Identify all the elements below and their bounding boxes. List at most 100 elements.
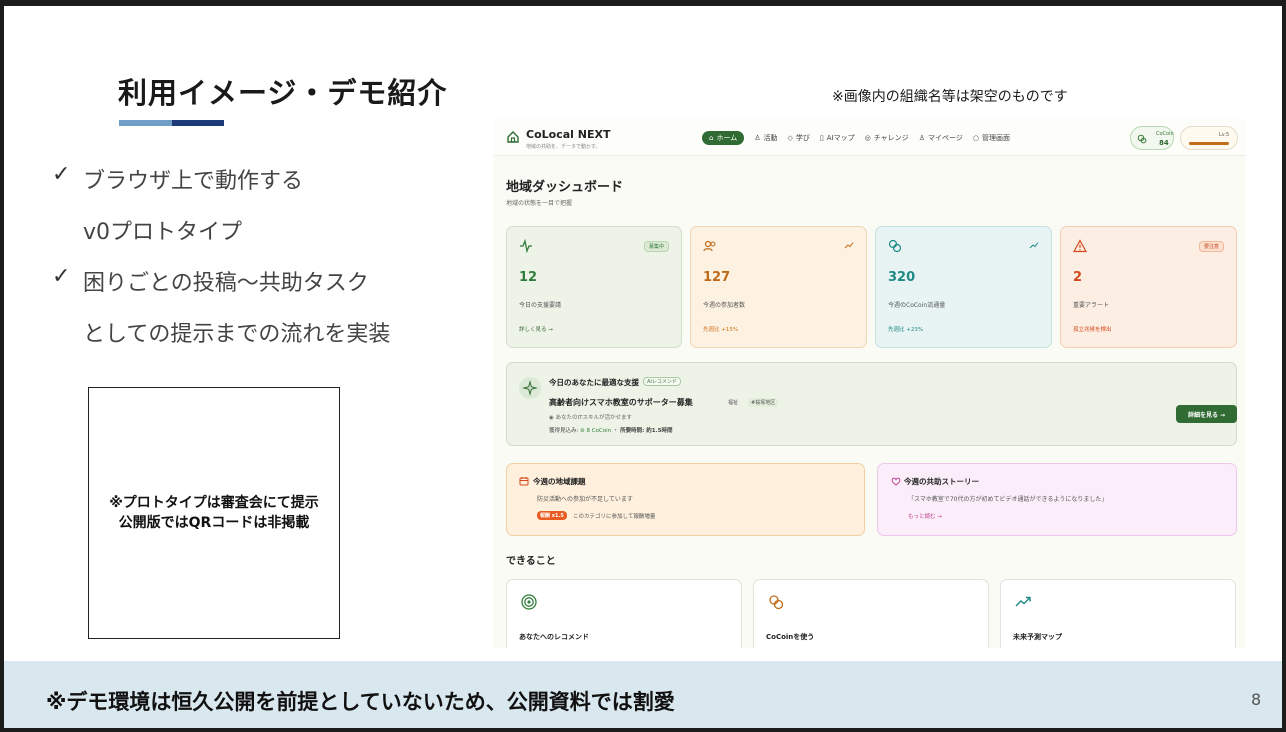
dashboard-title: 地域ダッシュボード bbox=[506, 180, 624, 195]
recommendation-card[interactable]: 今日のあなたに最適な支援 AIレコメンド 高齢者向けスマホ教室のサポーター募集 … bbox=[506, 362, 1237, 446]
stat-alert-detail: 孤立兆候を検出 bbox=[1073, 327, 1112, 333]
users-icon: ♙ bbox=[754, 134, 761, 142]
slide-title: 利用イメージ・デモ紹介 bbox=[118, 76, 448, 110]
coins-icon bbox=[769, 595, 784, 610]
recommendation-meta: 獲得見込み: ⊚ 8 CoCoin ・ 所要時間: 約1.5時間 bbox=[549, 428, 673, 434]
stat-label: 今週の参加者数 bbox=[703, 302, 746, 309]
weekly-issue-foot: このカテゴリに参加して報酬増量 bbox=[573, 514, 656, 520]
stat-value: 320 bbox=[888, 270, 916, 285]
nav-item-activity[interactable]: ♙ 活動 bbox=[754, 133, 777, 143]
stat-value: 2 bbox=[1073, 270, 1083, 285]
feature-title: CoCoinを使う bbox=[766, 633, 815, 641]
target-icon: ◎ bbox=[864, 134, 871, 142]
home-icon: ⌂ bbox=[709, 134, 714, 142]
stat-value: 127 bbox=[703, 270, 731, 285]
stat-link[interactable]: 詳しく見る → bbox=[519, 325, 553, 333]
users-icon bbox=[703, 240, 716, 252]
bullet-1-line-2: v0プロトタイプ bbox=[83, 220, 243, 245]
stat-card-support-requests[interactable]: 募集中 12 今日の支援要請 詳しく見る → bbox=[506, 226, 682, 348]
weekly-issue-title: 今週の地域課題 bbox=[533, 477, 586, 486]
level-label: Lv.5 bbox=[1219, 132, 1230, 138]
stat-change: 先週比 +23% bbox=[888, 327, 924, 333]
home-logo-icon bbox=[507, 131, 519, 143]
feature-card-recommend[interactable]: あなたへのレコメンド bbox=[506, 579, 742, 648]
weekly-story-text: 「スマホ教室で70代の方が初めてビデオ通話ができるようになりました」 bbox=[908, 496, 1108, 503]
app-screenshot: CoLocal NEXT 地域の共助を、データで動かす。 ⌂ ホーム ♙ 活動 ◇ 学… bbox=[494, 118, 1246, 648]
gear-icon: ○ bbox=[972, 134, 979, 142]
area-tag: #桜塚地区 bbox=[748, 398, 779, 407]
bullet-1-line-1: ブラウザ上で動作する bbox=[83, 169, 304, 194]
app-logo-title[interactable]: CoLocal NEXT bbox=[526, 128, 610, 141]
warning-icon bbox=[1073, 239, 1087, 253]
nav-item-ai-map[interactable]: ▯ AIマップ bbox=[820, 133, 855, 143]
stat-card-cocoin-flow[interactable]: 320 今週のCoCoin流通量 先週比 +23% bbox=[875, 226, 1052, 348]
stat-change: 先週比 +15% bbox=[703, 327, 739, 333]
nav-item-admin[interactable]: ○ 管理画面 bbox=[973, 133, 1010, 143]
nav-item-learning[interactable]: ◇ 学び bbox=[788, 133, 810, 143]
qr-note-line-2: 公開版ではQRコードは非掲載 bbox=[118, 515, 310, 531]
book-icon: ◇ bbox=[787, 134, 793, 142]
weekly-issue-card[interactable]: 今週の地域課題 防災活動への参加が不足しています 報酬 x1.5 このカテゴリに… bbox=[506, 463, 865, 536]
weekly-issue-text: 防災活動への参加が不足しています bbox=[537, 496, 633, 503]
weekly-story-title: 今週の共助ストーリー bbox=[904, 477, 979, 486]
trend-up-icon bbox=[844, 242, 854, 249]
user-icon: ♙ bbox=[918, 134, 925, 142]
stat-label: 今日の支援要請 bbox=[519, 302, 562, 309]
activity-icon bbox=[520, 239, 532, 253]
category-tag: 福祉 bbox=[725, 398, 742, 407]
map-icon: ▯ bbox=[819, 134, 824, 142]
nav-item-home[interactable]: ⌂ ホーム bbox=[702, 131, 745, 145]
qr-placeholder: ※プロトタイプは審査会にて提示 公開版ではQRコードは非掲載 bbox=[88, 387, 340, 639]
nav-item-challenge[interactable]: ◎ チャレンジ bbox=[865, 133, 909, 143]
app-navbar: CoLocal NEXT 地域の共助を、データで動かす。 ⌂ ホーム ♙ 活動 ◇ 学… bbox=[494, 118, 1246, 156]
check-icon: ✓ bbox=[52, 264, 71, 289]
nav-item-mypage[interactable]: ♙ マイページ bbox=[919, 133, 963, 143]
reward-multiplier-badge: 報酬 x1.5 bbox=[537, 511, 567, 520]
coins-icon: ⊚ bbox=[580, 428, 585, 434]
stat-label: 今週のCoCoin流通量 bbox=[888, 302, 946, 309]
stat-label: 重要アラート bbox=[1073, 302, 1110, 309]
cocoin-balance[interactable]: CoCoin 84 bbox=[1130, 126, 1174, 150]
features-heading: できること bbox=[506, 556, 556, 567]
stat-card-alerts[interactable]: 要注意 2 重要アラート 孤立兆候を検出 bbox=[1060, 226, 1237, 348]
feature-title: あなたへのレコメンド bbox=[519, 633, 589, 641]
target-icon bbox=[521, 594, 537, 610]
recommendation-title: 今日のあなたに最適な支援 bbox=[549, 378, 639, 387]
stat-card-participants[interactable]: 127 今週の参加者数 先週比 +15% bbox=[690, 226, 867, 348]
cocoin-label: CoCoin bbox=[1156, 131, 1174, 137]
bullet-2-line-2: としての提示までの流れを実装 bbox=[83, 322, 391, 347]
nav-menu: ⌂ ホーム ♙ 活動 ◇ 学び ▯ AIマップ ◎ チャレンジ ♙ マイページ ○ 管理画面 bbox=[702, 131, 1010, 145]
heart-icon bbox=[891, 477, 901, 486]
read-more-link[interactable]: もっと読む → bbox=[908, 512, 942, 520]
level-progress-bar bbox=[1189, 142, 1229, 145]
feature-card-cocoin[interactable]: CoCoinを使う bbox=[753, 579, 989, 648]
coins-icon bbox=[1137, 134, 1147, 144]
sparkle-icon bbox=[519, 377, 541, 399]
feature-card-forecast-map[interactable]: 未来予測マップ bbox=[1000, 579, 1236, 648]
ai-recommend-badge: AIレコメンド bbox=[643, 377, 681, 386]
bullet-2-line-1: 困りごとの投稿〜共助タスク bbox=[83, 271, 369, 296]
level-indicator[interactable]: Lv.5 bbox=[1180, 126, 1238, 150]
weekly-story-card[interactable]: 今週の共助ストーリー 「スマホ教室で70代の方が初めてビデオ通話ができるようにな… bbox=[877, 463, 1237, 536]
status-badge: 募集中 bbox=[643, 241, 669, 252]
qr-note-line-1: ※プロトタイプは審査会にて提示 bbox=[109, 494, 319, 511]
page-number: 8 bbox=[1251, 690, 1262, 709]
bottom-notice-text: ※デモ環境は恒久公開を前提としていないため、公開資料では割愛 bbox=[46, 690, 675, 714]
stat-value: 12 bbox=[519, 270, 538, 285]
fictional-note: ※画像内の組織名等は架空のものです bbox=[832, 89, 1068, 105]
check-icon: ✓ bbox=[52, 162, 71, 187]
trend-up-icon bbox=[1015, 596, 1031, 607]
trend-up-icon bbox=[1029, 242, 1039, 249]
view-details-button[interactable]: 詳細を見る → bbox=[1176, 405, 1237, 423]
app-logo-subtitle: 地域の共助を、データで動かす。 bbox=[526, 144, 601, 150]
slide: 利用イメージ・デモ紹介 ※画像内の組織名等は架空のものです ✓ ブラウザ上で動作… bbox=[4, 6, 1282, 728]
calendar-icon bbox=[519, 477, 529, 486]
recommendation-description: ◉ あなたのITスキルが活かせます bbox=[549, 415, 633, 421]
cocoin-value: 84 bbox=[1159, 139, 1169, 147]
title-underline bbox=[119, 120, 224, 126]
coins-icon bbox=[888, 239, 902, 253]
status-badge: 要注意 bbox=[1198, 241, 1224, 252]
recommendation-headline: 高齢者向けスマホ教室のサポーター募集 bbox=[549, 398, 693, 407]
feature-title: 未来予測マップ bbox=[1013, 633, 1062, 641]
dashboard-subtitle: 地域の状態を一目で把握 bbox=[506, 200, 573, 207]
